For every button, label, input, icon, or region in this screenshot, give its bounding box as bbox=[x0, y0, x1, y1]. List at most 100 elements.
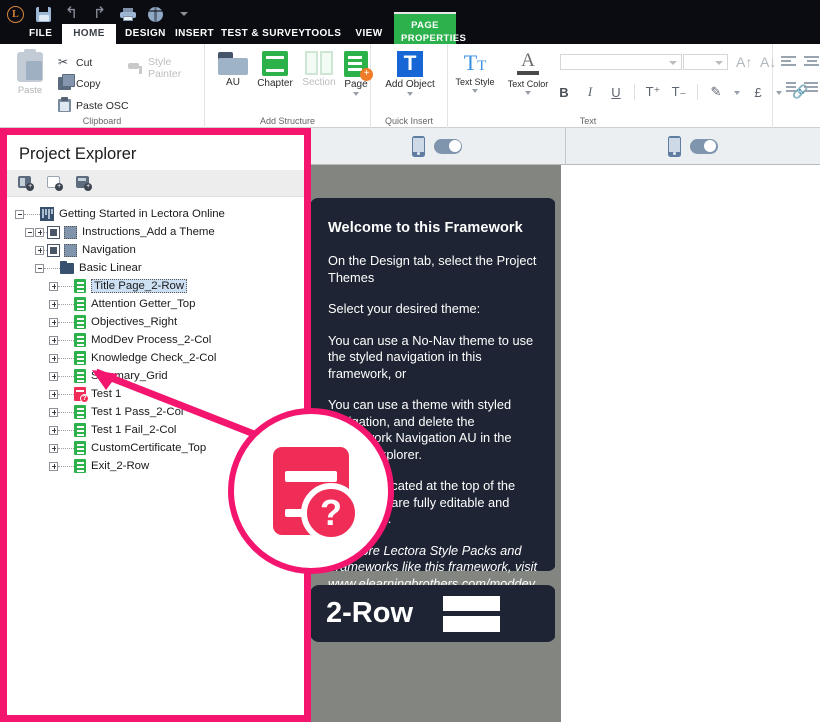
expand-toggle[interactable] bbox=[49, 335, 58, 345]
text-style-icon: TT bbox=[463, 50, 487, 75]
expand-toggle[interactable] bbox=[49, 317, 58, 327]
print-icon[interactable] bbox=[118, 5, 137, 24]
tab-view[interactable]: VIEW bbox=[348, 24, 390, 44]
add-au-button[interactable]: AU bbox=[211, 51, 255, 88]
expand-toggle[interactable] bbox=[49, 281, 58, 291]
tree-item-instructions[interactable]: Instructions_Add a Theme bbox=[7, 223, 304, 241]
au-icon bbox=[47, 225, 60, 239]
tree-item-test-1-pass[interactable]: Test 1 Pass_2-Col bbox=[7, 403, 304, 421]
highlight-icon[interactable]: ✎ bbox=[708, 84, 724, 100]
expand-toggle[interactable] bbox=[35, 245, 44, 255]
text-style-button[interactable]: TT Text Style bbox=[452, 51, 498, 93]
tree-item-title-page[interactable]: Title Page_2-Row bbox=[7, 277, 304, 295]
tree-item-label: Test 1 Fail_2-Col bbox=[91, 424, 177, 436]
device-toggle-right[interactable] bbox=[566, 128, 820, 164]
style-painter-button[interactable]: Style Painter bbox=[128, 56, 204, 80]
paste-osc-button[interactable]: Paste OSC bbox=[58, 97, 129, 112]
save-icon[interactable] bbox=[34, 5, 53, 24]
font-size-select[interactable] bbox=[683, 54, 728, 70]
tree-item-attention-getter[interactable]: Attention Getter_Top bbox=[7, 295, 304, 313]
page-dropdown-icon[interactable] bbox=[353, 92, 359, 96]
canvas-preview-right: Basic Linear This framework is a quick a… bbox=[555, 165, 820, 722]
add-object-button[interactable]: Add Object bbox=[385, 51, 435, 96]
tab-design[interactable]: DESIGN bbox=[118, 24, 168, 44]
cut-label: Cut bbox=[76, 56, 93, 69]
preview-globe-icon[interactable] bbox=[146, 5, 165, 24]
highlight-dropdown-icon[interactable] bbox=[734, 91, 740, 95]
paste-button[interactable]: Paste bbox=[8, 49, 52, 96]
subscript-icon[interactable]: T₋ bbox=[671, 84, 687, 100]
cut-button[interactable]: ✂ Cut bbox=[58, 56, 92, 69]
text-style-label: Text Style bbox=[455, 77, 495, 87]
copy-label: Copy bbox=[76, 77, 101, 90]
tree-item-objectives[interactable]: Objectives_Right bbox=[7, 313, 304, 331]
expand-toggle[interactable] bbox=[49, 353, 58, 363]
au-page-icon bbox=[64, 243, 77, 257]
expand-toggle[interactable] bbox=[49, 461, 58, 471]
italic-button[interactable]: I bbox=[582, 84, 598, 100]
expand-toggle[interactable] bbox=[49, 425, 58, 435]
device-toggle-left[interactable] bbox=[310, 128, 566, 164]
tree-item-label: Basic Linear bbox=[79, 262, 142, 274]
tab-home[interactable]: HOME bbox=[62, 24, 116, 44]
panel-paragraph: On the Design tab, select the Project Th… bbox=[328, 253, 537, 285]
grow-font-icon[interactable]: A↑ bbox=[736, 54, 752, 70]
expand-toggle[interactable] bbox=[49, 371, 58, 381]
add-chapter-button[interactable]: Chapter bbox=[253, 51, 297, 89]
add-object-icon[interactable]: + bbox=[76, 175, 92, 191]
special-char-icon[interactable]: £ bbox=[750, 85, 766, 100]
tree-item-getting-started[interactable]: Getting Started in Lectora Online bbox=[7, 205, 304, 223]
underline-button[interactable]: U bbox=[608, 85, 624, 100]
text-color-button[interactable]: A Text Color bbox=[500, 51, 556, 95]
tree-item-basic-linear[interactable]: Basic Linear bbox=[7, 259, 304, 277]
text-style-dropdown-icon[interactable] bbox=[472, 89, 478, 93]
add-object-label: Add Object bbox=[385, 79, 435, 90]
collapse-toggle[interactable] bbox=[25, 227, 34, 237]
tab-tools[interactable]: TOOLS bbox=[298, 24, 342, 44]
expand-toggle[interactable] bbox=[49, 299, 58, 309]
add-page-button[interactable]: + Page bbox=[339, 51, 373, 96]
chevron-down-icon bbox=[669, 61, 677, 65]
expand-toggle[interactable] bbox=[49, 407, 58, 417]
quick-access-dropdown-icon[interactable] bbox=[174, 5, 193, 24]
expand-toggle[interactable] bbox=[35, 227, 44, 237]
font-name-select[interactable] bbox=[560, 54, 682, 70]
expand-toggle[interactable] bbox=[49, 389, 58, 399]
tab-file[interactable]: FILE bbox=[22, 24, 56, 44]
tree-item-moddev-process[interactable]: ModDev Process_2-Col bbox=[7, 331, 304, 349]
tree-item-knowledge-check[interactable]: Knowledge Check_2-Col bbox=[7, 349, 304, 367]
undo-icon[interactable]: ↰ bbox=[62, 5, 81, 24]
collapse-toggle[interactable] bbox=[15, 209, 24, 219]
chapter-label: Chapter bbox=[257, 78, 293, 89]
paste-icon bbox=[17, 49, 43, 82]
add-page-icon[interactable]: + bbox=[18, 175, 34, 191]
tree-connector bbox=[58, 375, 74, 377]
toggle-switch[interactable] bbox=[689, 138, 718, 154]
redo-icon[interactable]: ↱ bbox=[90, 5, 109, 24]
tree-item-navigation[interactable]: Navigation bbox=[7, 241, 304, 259]
au-label: AU bbox=[226, 77, 240, 88]
superscript-icon[interactable]: T⁺ bbox=[645, 84, 661, 100]
au-icon bbox=[47, 243, 60, 257]
tab-page-properties[interactable]: PAGE PROPERTIES bbox=[394, 12, 466, 48]
bold-button[interactable]: B bbox=[556, 85, 572, 100]
collapse-toggle[interactable] bbox=[35, 263, 44, 273]
tree-item-label: Attention Getter_Top bbox=[91, 298, 196, 310]
copy-button[interactable]: Copy bbox=[58, 74, 101, 90]
add-object-dropdown-icon[interactable] bbox=[407, 92, 413, 96]
tree-item-label: Test 1 Pass_2-Col bbox=[91, 406, 184, 418]
tree-item-test-1[interactable]: ? Test 1 bbox=[7, 385, 304, 403]
tab-test-survey[interactable]: TEST & SURVEY bbox=[214, 24, 305, 44]
tree-item-label: Summary_Grid bbox=[91, 370, 168, 382]
toggle-switch[interactable] bbox=[434, 138, 463, 154]
expand-toggle[interactable] bbox=[49, 443, 58, 453]
tree-item-summary-grid[interactable]: Summary_Grid bbox=[7, 367, 304, 385]
add-chapter-icon[interactable]: + bbox=[47, 175, 63, 191]
add-section-button: Section bbox=[297, 51, 341, 88]
tree-connector bbox=[58, 321, 74, 323]
text-color-dropdown-icon[interactable] bbox=[525, 91, 531, 95]
app-logo-icon[interactable]: L bbox=[6, 5, 25, 24]
tab-insert[interactable]: INSERT bbox=[168, 24, 214, 44]
ribbon-group-add-structure: AU Chapter Section + Page Add Structure bbox=[205, 44, 373, 128]
tree-connector bbox=[58, 357, 74, 359]
